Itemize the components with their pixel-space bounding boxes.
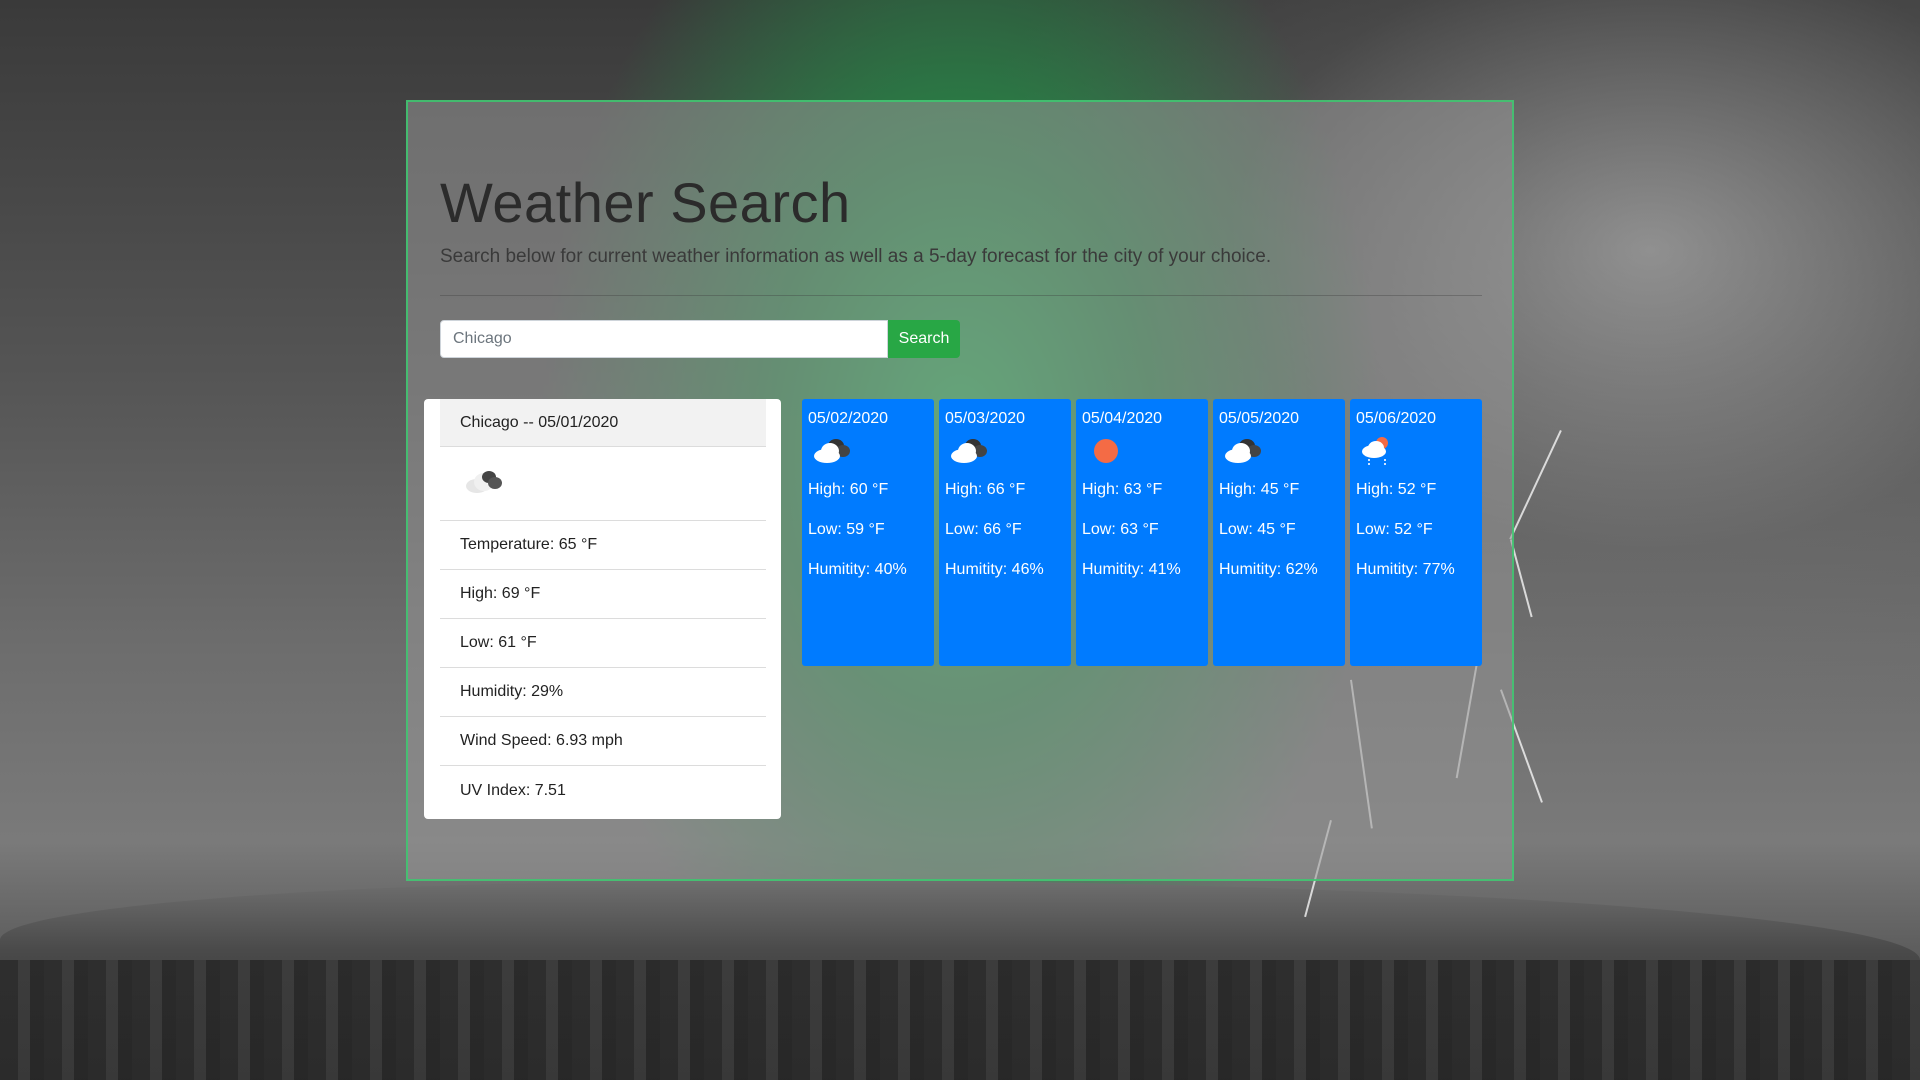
forecast-low: Low: 63 °F xyxy=(1082,521,1159,538)
forecast-low: Low: 52 °F xyxy=(1356,521,1433,538)
current-weather-icon-row xyxy=(440,447,766,521)
search-button[interactable]: Search xyxy=(888,320,960,358)
forecast-low: Low: 59 °F xyxy=(808,521,885,538)
current-wind-speed: Wind Speed: 6.93 mph xyxy=(440,717,766,766)
city-search-input[interactable] xyxy=(440,320,888,358)
page-title: Weather Search xyxy=(440,171,851,234)
broken-clouds-icon xyxy=(951,437,991,467)
forecast-low: Low: 45 °F xyxy=(1219,521,1296,538)
current-low: Low: 61 °F xyxy=(440,619,766,668)
forecast-date: 05/03/2020 xyxy=(945,410,1026,427)
forecast-card: 05/05/2020 High: 45 °F Low: 45 °F Humiti… xyxy=(1213,399,1345,666)
forecast-low: Low: 66 °F xyxy=(945,521,1022,538)
forecast-card: 05/02/2020 High: 60 °F Low: 59 °F Humiti… xyxy=(802,399,934,666)
forecast-high: High: 66 °F xyxy=(945,481,1026,498)
current-high: High: 69 °F xyxy=(440,570,766,619)
forecast-date: 05/04/2020 xyxy=(1082,410,1163,427)
forecast-date: 05/06/2020 xyxy=(1356,410,1437,427)
forecast-humidity: Humitity: 41% xyxy=(1082,561,1181,578)
background-treeline xyxy=(0,960,1920,1080)
current-temperature: Temperature: 65 °F xyxy=(440,521,766,570)
current-humidity: Humidity: 29% xyxy=(440,668,766,717)
broken-clouds-icon xyxy=(1225,437,1265,467)
forecast-humidity: Humitity: 46% xyxy=(945,561,1044,578)
forecast-humidity: Humitity: 62% xyxy=(1219,561,1318,578)
forecast-high: High: 60 °F xyxy=(808,481,889,498)
broken-clouds-icon xyxy=(814,437,854,467)
forecast-high: High: 45 °F xyxy=(1219,481,1300,498)
clear-sky-icon xyxy=(1088,437,1128,467)
forecast-high: High: 63 °F xyxy=(1082,481,1163,498)
divider xyxy=(440,295,1482,296)
forecast-date: 05/02/2020 xyxy=(808,410,889,427)
forecast-card: 05/04/2020 High: 63 °F Low: 63 °F Humiti… xyxy=(1076,399,1208,666)
broken-clouds-icon xyxy=(466,469,506,495)
current-weather-card: Chicago -- 05/01/2020 Temperature: 65 °F… xyxy=(424,399,781,819)
forecast-humidity: Humitity: 40% xyxy=(808,561,907,578)
current-weather-heading: Chicago -- 05/01/2020 xyxy=(440,399,766,447)
current-uv-index: UV Index: 7.51 xyxy=(460,781,566,799)
forecast-high: High: 52 °F xyxy=(1356,481,1437,498)
forecast-card: 05/06/2020 High: 52 °F Low: 52 °F Humiti… xyxy=(1350,399,1482,666)
forecast-card: 05/03/2020 High: 66 °F Low: 66 °F Humiti… xyxy=(939,399,1071,666)
weather-panel: Weather Search Search below for current … xyxy=(406,100,1514,881)
page-subtitle: Search below for current weather informa… xyxy=(440,246,1272,267)
rain-icon xyxy=(1362,437,1402,467)
forecast-date: 05/05/2020 xyxy=(1219,410,1300,427)
forecast-humidity: Humitity: 77% xyxy=(1356,561,1455,578)
